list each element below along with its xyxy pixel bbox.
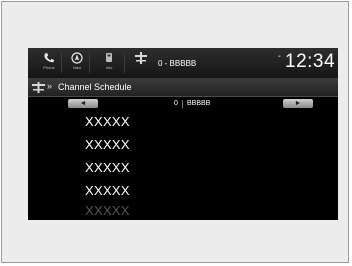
navigation-icon [71,52,83,64]
satellite-radio-icon [32,82,45,93]
channel-navigation: ◄ 0 BBBBB ► [28,97,338,110]
schedule-list[interactable]: XXXXX XXXXX XXXXX XXXXX XXXXX [85,110,285,216]
left-arrow-icon: ◄ [79,100,87,107]
figure-frame: Phone Navi Info 0 - BBBBB ▪▫ 12:34 » Cha… [1,1,349,263]
right-arrow-icon: ► [294,100,302,107]
list-item[interactable]: XXXXX [85,133,285,156]
satellite-radio-button[interactable] [130,52,152,76]
status-divider [124,53,125,73]
list-item[interactable]: XXXXX [85,110,285,133]
audio-icon [106,53,112,62]
list-item[interactable]: XXXXX [85,202,285,216]
title-bar: » Channel Schedule [28,79,338,97]
signal-indicator-icon: ▪▫ [278,54,281,60]
clock: 12:34 [285,51,336,72]
list-item[interactable]: XXXXX [85,156,285,179]
status-bar: Phone Navi Info 0 - BBBBB ▪▫ 12:34 [28,48,338,79]
navigation-caption: Navi [72,65,81,70]
channel-name: BBBBB [187,100,211,107]
list-item[interactable]: XXXXX [85,179,285,202]
audio-caption: Info [105,65,113,70]
next-channel-button[interactable]: ► [283,99,313,108]
phone-icon [44,53,54,63]
phone-caption: Phone [43,65,55,70]
channel-divider [182,100,183,108]
previous-channel-button[interactable]: ◄ [68,99,98,108]
phone-button[interactable]: Phone [38,52,60,76]
head-unit-screen: Phone Navi Info 0 - BBBBB ▪▫ 12:34 » Cha… [28,48,338,220]
status-divider [89,53,90,73]
navigation-button[interactable]: Navi [66,52,88,76]
status-divider [61,53,62,73]
page-title: Channel Schedule [58,82,132,92]
now-playing-text: 0 - BBBBB [158,59,197,68]
satellite-radio-icon [135,52,147,64]
audio-button[interactable]: Info [98,52,120,76]
channel-number: 0 [174,100,178,107]
breadcrumb-chevron-icon: » [47,81,52,91]
